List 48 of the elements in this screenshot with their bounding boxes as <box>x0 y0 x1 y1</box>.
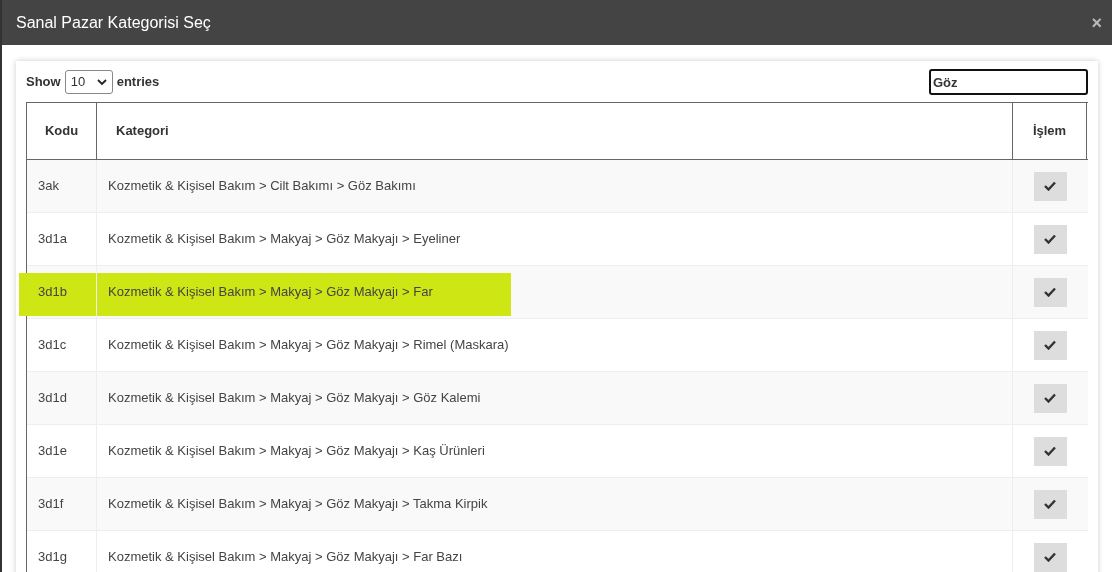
check-icon <box>1044 287 1056 297</box>
table-cell: 3ak <box>27 160 97 212</box>
table-cell: 3d1e <box>27 425 97 477</box>
select-button[interactable] <box>1033 330 1067 360</box>
table-row[interactable]: 3ak Kozmetik & Kişisel Bakım > Cilt Bakımı > Göz Bakımı <box>27 160 1088 213</box>
table-cell: 3d1f <box>27 478 97 530</box>
close-button[interactable]: × <box>1091 13 1102 32</box>
check-icon <box>1044 181 1056 191</box>
table-cell: Kozmetik & Kişisel Bakım > Makyaj > Göz Makyajı > Göz Kalemi <box>97 372 1013 424</box>
select-button[interactable] <box>1033 489 1067 519</box>
select-button[interactable] <box>1033 436 1067 466</box>
table-row[interactable]: 3d1e Kozmetik & Kişisel Bakım > Makyaj > Göz Makyajı > Kaş Ürünleri <box>27 425 1088 478</box>
table-row[interactable]: 3d1f Kozmetik & Kişisel Bakım > Makyaj > Göz Makyajı > Takma Kirpik <box>27 478 1088 531</box>
check-icon <box>1044 552 1056 562</box>
table-cell: Kozmetik & Kişisel Bakım > Makyaj > Göz Makyajı > Kaş Ürünleri <box>97 425 1013 477</box>
table-cell: 3d1b <box>27 266 97 318</box>
select-button[interactable] <box>1033 383 1067 413</box>
table-cell: 3d1a <box>27 213 97 265</box>
table-cell: 3d1c <box>27 319 97 371</box>
table-row[interactable]: 3d1c Kozmetik & Kişisel Bakım > Makyaj > Göz Makyajı > Rimel (Maskara) <box>27 319 1088 372</box>
check-icon <box>1044 340 1056 350</box>
table-row[interactable]: 3d1a Kozmetik & Kişisel Bakım > Makyaj > Göz Makyajı > Eyeliner <box>27 213 1088 266</box>
table-cell: Kozmetik & Kişisel Bakım > Makyaj > Göz Makyajı > Far Bazı <box>97 531 1013 572</box>
select-button[interactable] <box>1033 171 1067 201</box>
entries-label: entries <box>116 73 160 92</box>
column-header: İşlem <box>1013 103 1087 159</box>
select-button[interactable] <box>1033 277 1067 307</box>
column-header: Kodu <box>27 103 97 159</box>
table-cell: Kozmetik & Kişisel Bakım > Cilt Bakımı > Göz Bakımı <box>97 160 1013 212</box>
check-icon <box>1044 446 1056 456</box>
column-header: Kategori <box>97 103 1013 159</box>
table-row[interactable]: 3d1d Kozmetik & Kişisel Bakım > Makyaj > Göz Makyajı > Göz Kalemi <box>27 372 1088 425</box>
table-cell: 3d1d <box>27 372 97 424</box>
check-icon <box>1044 499 1056 509</box>
table-cell: 3d1g <box>27 531 97 572</box>
dialog-title: Sanal Pazar Kategorisi Seç <box>16 12 211 33</box>
check-icon <box>1044 393 1056 403</box>
search-field[interactable]: Göz <box>929 69 1088 95</box>
table-cell: Kozmetik & Kişisel Bakım > Makyaj > Göz Makyajı > Far <box>97 266 1013 318</box>
select-button[interactable] <box>1033 224 1067 254</box>
chevron-icon <box>96 78 107 86</box>
table-cell: Kozmetik & Kişisel Bakım > Makyaj > Göz Makyajı > Rimel (Maskara) <box>97 319 1013 371</box>
table-cell: Kozmetik & Kişisel Bakım > Makyaj > Göz Makyajı > Takma Kirpik <box>97 478 1013 530</box>
entries-select[interactable]: 10 <box>64 70 113 94</box>
table-cell: Kozmetik & Kişisel Bakım > Makyaj > Göz Makyajı > Eyeliner <box>97 213 1013 265</box>
check-icon <box>1044 234 1056 244</box>
show-label: Show <box>26 73 61 92</box>
select-button[interactable] <box>1033 542 1067 572</box>
